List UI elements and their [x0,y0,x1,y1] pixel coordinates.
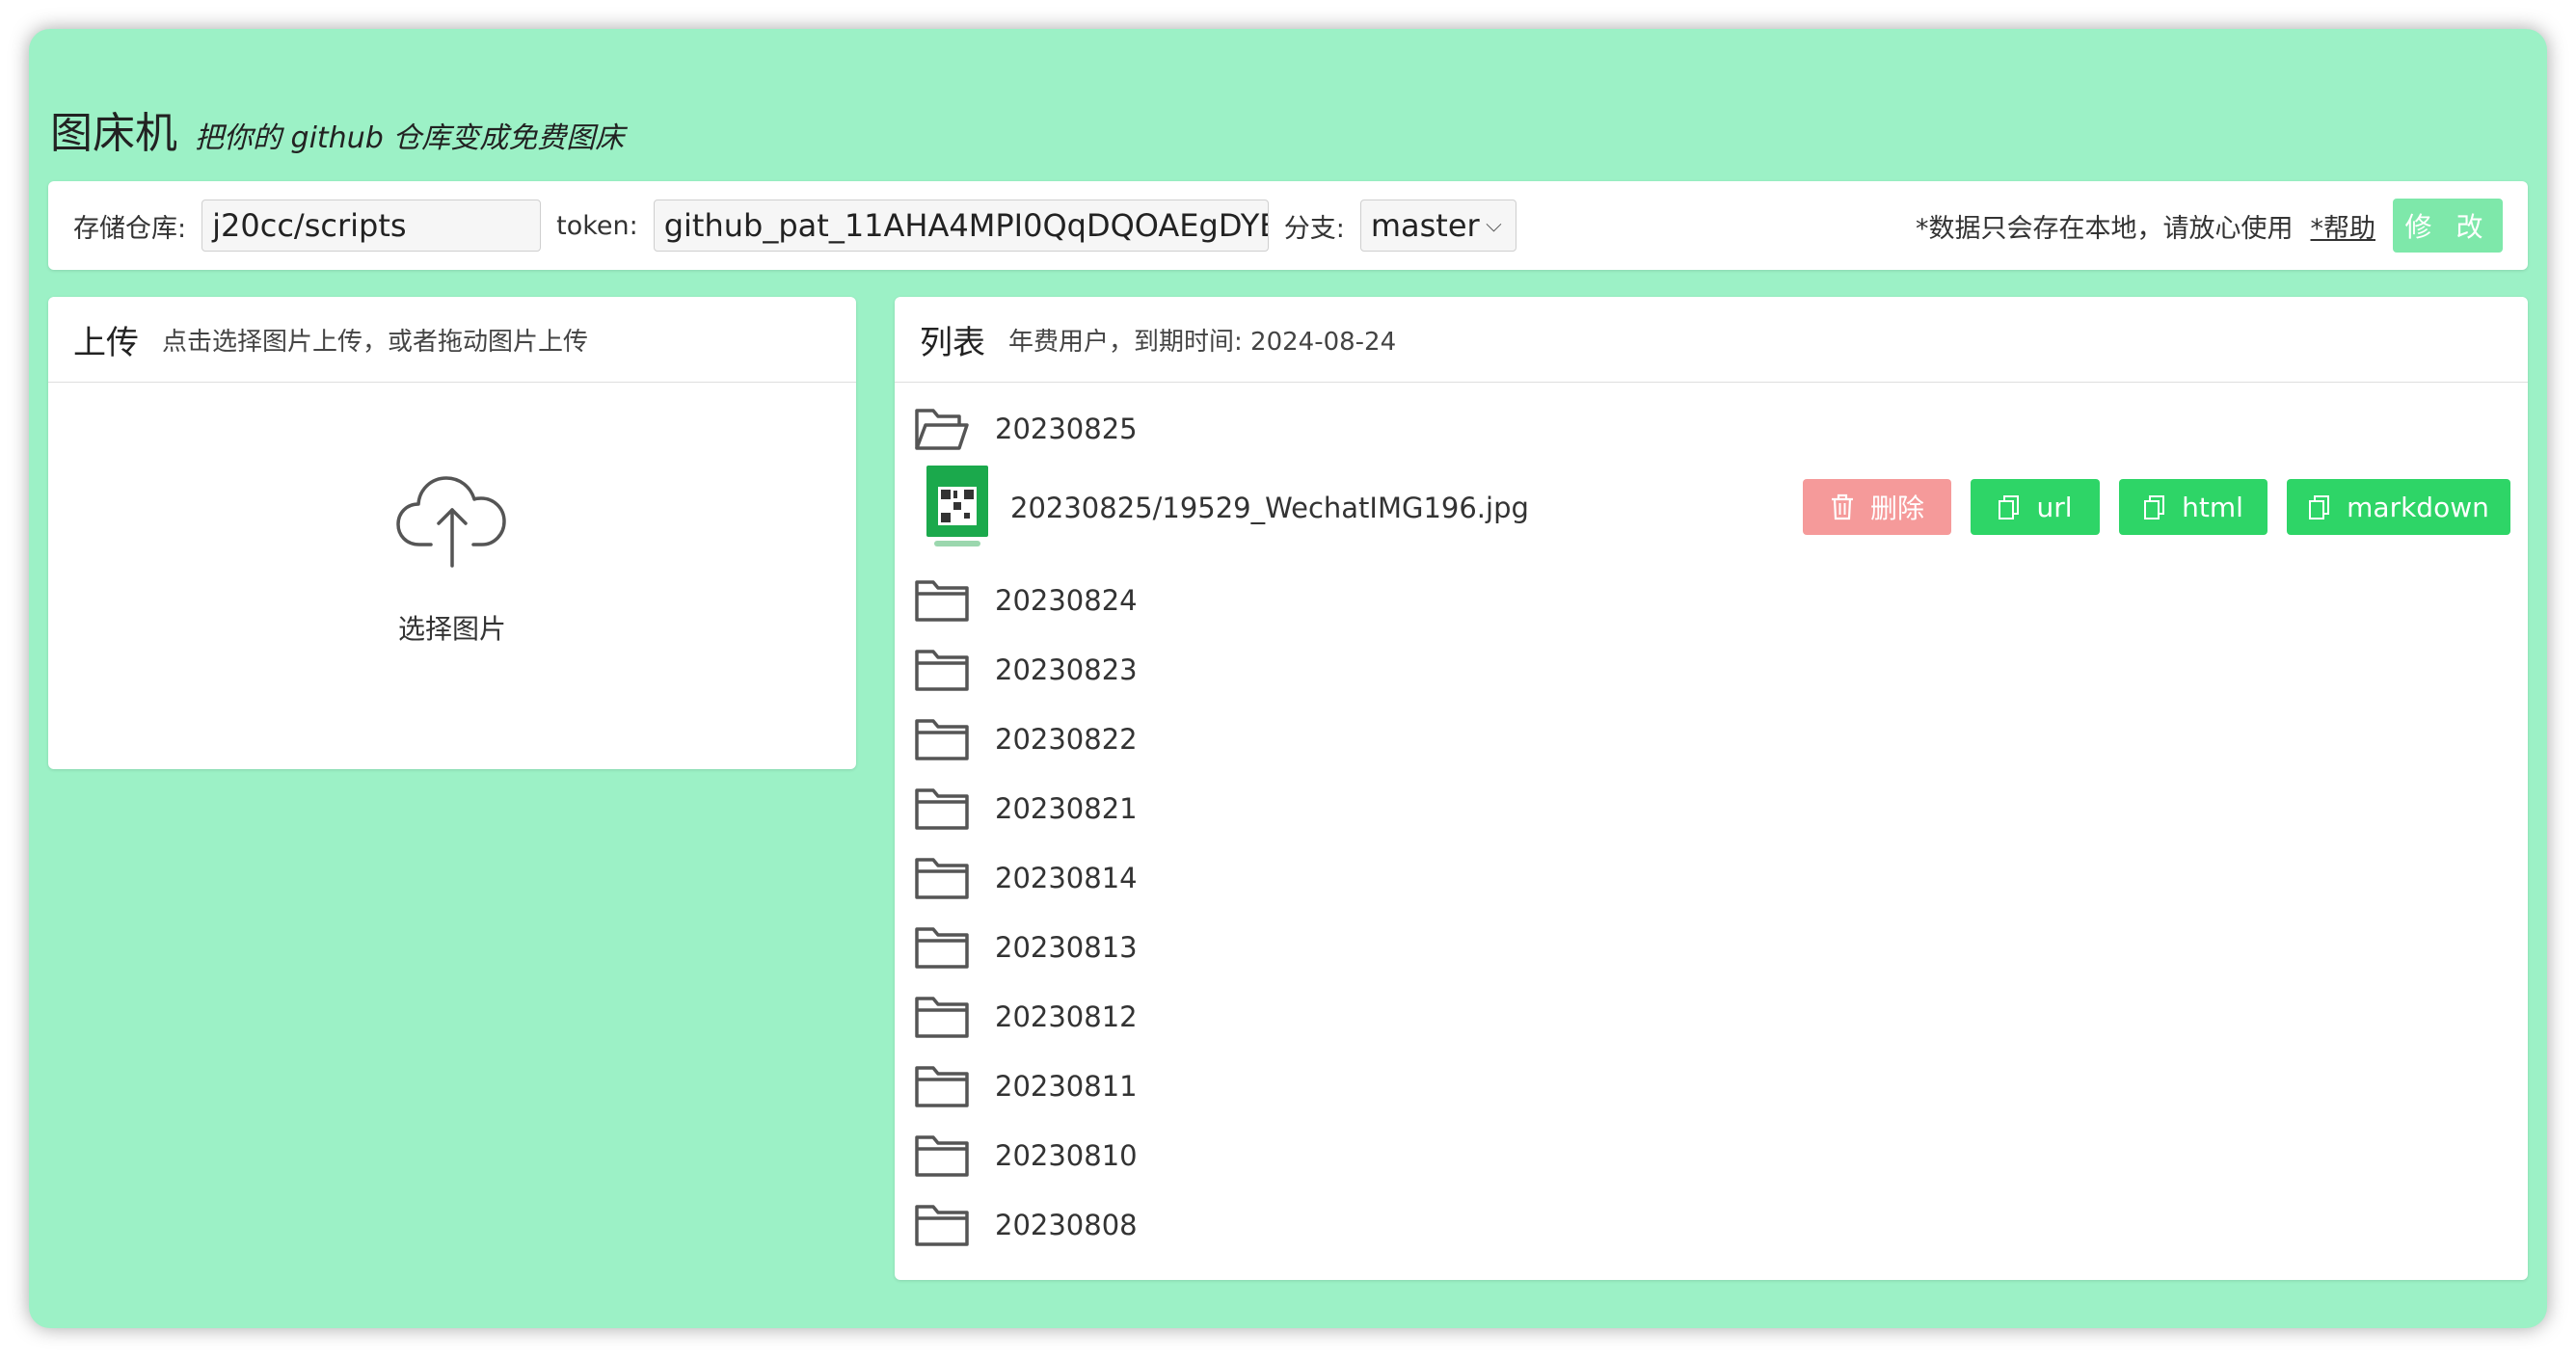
folder-name: 20230813 [995,931,1138,964]
folder-row[interactable]: 20230808 [895,1194,2528,1256]
folder-name: 20230810 [995,1139,1138,1172]
folder-icon [915,719,969,760]
folder-row[interactable]: 20230810 [895,1125,2528,1186]
settings-bar: 存储仓库: j20cc/scripts token: github_pat_11… [48,181,2528,270]
folder-row[interactable]: 20230821 [895,778,2528,839]
folder-name: 20230808 [995,1209,1138,1241]
trash-icon [1831,493,1853,520]
copy-icon [1999,495,2020,520]
folder-row[interactable]: 20230814 [895,847,2528,909]
copy-icon [2144,495,2165,520]
list-title: 列表 [920,323,985,362]
folder-name: 20230822 [995,723,1138,756]
file-list: 20230825 20230825/19529_WechatIMG196.jpg… [895,383,2528,1280]
repo-input[interactable]: j20cc/scripts [201,200,542,252]
folder-name: 20230823 [995,653,1138,686]
folder-icon [915,650,969,691]
folder-name: 20230812 [995,1000,1138,1033]
app-slogan: 把你的 github 仓库变成免费图床 [195,121,625,155]
folder-open-icon [915,409,969,450]
help-link[interactable]: *帮助 [2311,207,2376,245]
html-label: html [2182,491,2243,523]
copy-html-button[interactable]: html [2119,479,2267,535]
delete-label: 删除 [1869,493,1924,524]
folder-icon [915,927,969,969]
folder-icon [915,1205,969,1246]
upload-panel: 上传 点击选择图片上传，或者拖动图片上传 选择图片 [48,297,856,769]
file-row[interactable]: 20230825/19529_WechatIMG196.jpg 删除 url h… [895,462,2528,554]
storage-note: *数据只会存在本地，请放心使用 [1916,213,2294,244]
app-name: 图床机 [50,109,177,158]
folder-name: 20230825 [995,413,1138,445]
folder-icon [915,997,969,1038]
upload-title: 上传 [73,323,139,362]
branch-select-value: master [1370,207,1480,244]
upload-subtitle: 点击选择图片上传，或者拖动图片上传 [162,327,589,357]
branch-label: 分支: [1283,213,1345,244]
folder-name: 20230824 [995,584,1138,617]
folder-row-open[interactable]: 20230825 [895,398,2528,460]
app-window: 图床机 把你的 github 仓库变成免费图床 存储仓库: j20cc/scri… [29,29,2547,1328]
image-thumbnail[interactable] [926,466,988,550]
folder-row[interactable]: 20230813 [895,917,2528,978]
modify-button[interactable]: 修 改 [2393,199,2503,253]
folder-row[interactable]: 20230823 [895,639,2528,701]
delete-button[interactable]: 删除 [1803,479,1951,535]
copy-icon [2309,495,2330,520]
folder-icon [915,1135,969,1177]
folder-icon [915,858,969,899]
folder-icon [915,1066,969,1107]
app-header: 图床机 把你的 github 仓库变成免费图床 [50,98,624,160]
copy-markdown-button[interactable]: markdown [2287,479,2510,535]
upload-panel-header: 上传 点击选择图片上传，或者拖动图片上传 [48,297,856,383]
token-input[interactable]: github_pat_11AHA4MPI0QqDQOAEgDYEl [653,200,1269,252]
choose-image-label[interactable]: 选择图片 [398,608,506,647]
folder-icon [915,788,969,830]
folder-row[interactable]: 20230824 [895,570,2528,631]
token-label: token: [556,210,638,241]
folder-icon [915,580,969,622]
list-panel-header: 列表 年费用户，到期时间: 2024-08-24 [895,297,2528,383]
folder-row[interactable]: 20230812 [895,986,2528,1048]
folder-name: 20230811 [995,1070,1138,1103]
list-panel: 列表 年费用户，到期时间: 2024-08-24 20230825 202308… [895,297,2528,1280]
upload-dropzone[interactable]: 选择图片 [48,383,856,769]
folder-name: 20230821 [995,792,1138,825]
file-name: 20230825/19529_WechatIMG196.jpg [1010,492,1529,524]
markdown-label: markdown [2347,491,2489,523]
folder-row[interactable]: 20230811 [895,1055,2528,1117]
subscription-info: 年费用户，到期时间: 2024-08-24 [1008,327,1397,357]
chevron-down-icon: ⌵ [1486,213,1502,237]
folder-row[interactable]: 20230822 [895,708,2528,770]
repo-label: 存储仓库: [73,213,187,244]
branch-select[interactable]: master ⌵ [1359,200,1516,252]
copy-url-button[interactable]: url [1971,479,2100,535]
cloud-upload-icon [396,476,506,568]
url-label: url [2036,491,2073,523]
folder-name: 20230814 [995,862,1138,894]
file-actions: 删除 url html markdown [1803,479,2510,535]
